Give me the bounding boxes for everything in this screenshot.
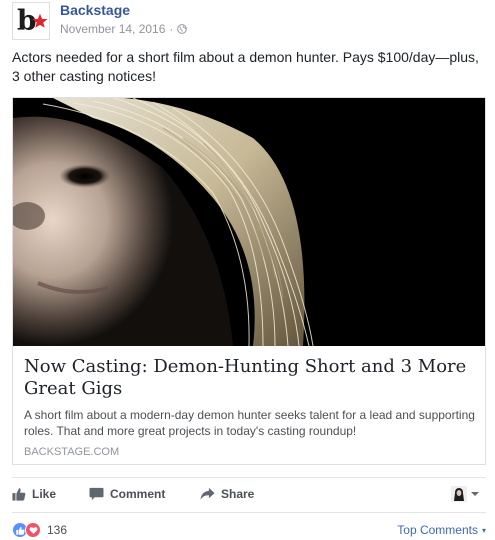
card-title[interactable]: Now Casting: Demon-Hunting Short and 3 M… <box>24 356 479 400</box>
page-name-link[interactable]: Backstage <box>60 2 130 18</box>
comment-icon <box>89 487 104 501</box>
star-icon <box>32 13 48 28</box>
globe-icon[interactable] <box>177 24 188 34</box>
top-comments-dropdown[interactable]: Top Comments ▾ <box>397 523 486 537</box>
card-domain: BACKSTAGE.COM <box>24 446 120 458</box>
chevron-down-icon <box>471 492 479 496</box>
comment-button[interactable]: Comment <box>89 484 165 504</box>
like-button[interactable]: Like <box>12 484 56 504</box>
card-image-art <box>13 98 485 346</box>
divider <box>12 477 486 478</box>
caret-down-icon: ▾ <box>481 525 486 535</box>
audience-icon <box>451 486 467 502</box>
top-comments-label: Top Comments <box>397 523 478 537</box>
like-label: Like <box>32 487 57 501</box>
like-reaction-glyph <box>15 526 25 535</box>
post-meta: November 14, 2016 · <box>60 22 188 36</box>
divider <box>12 512 486 513</box>
love-reaction-glyph <box>29 526 37 534</box>
love-reaction-icon[interactable] <box>25 522 41 538</box>
comment-label: Comment <box>110 487 166 501</box>
post-text: Actors needed for a short film about a d… <box>12 49 479 84</box>
card-image[interactable] <box>13 98 485 346</box>
link-preview-card[interactable]: Now Casting: Demon-Hunting Short and 3 M… <box>12 97 486 465</box>
share-label: Share <box>221 487 255 501</box>
audience-selector[interactable] <box>451 484 480 504</box>
reaction-count[interactable]: 136 <box>47 523 67 537</box>
post-date[interactable]: November 14, 2016 <box>60 22 165 36</box>
meta-separator: · <box>169 22 174 36</box>
share-icon <box>200 487 215 500</box>
page-avatar[interactable]: b <box>12 2 50 40</box>
action-bar: Like Comment Share <box>12 484 486 504</box>
share-button[interactable]: Share <box>200 484 254 504</box>
reactions-summary: 136 <box>12 522 67 538</box>
card-description: A short film about a modern-day demon hu… <box>24 408 475 438</box>
like-icon <box>12 488 26 501</box>
